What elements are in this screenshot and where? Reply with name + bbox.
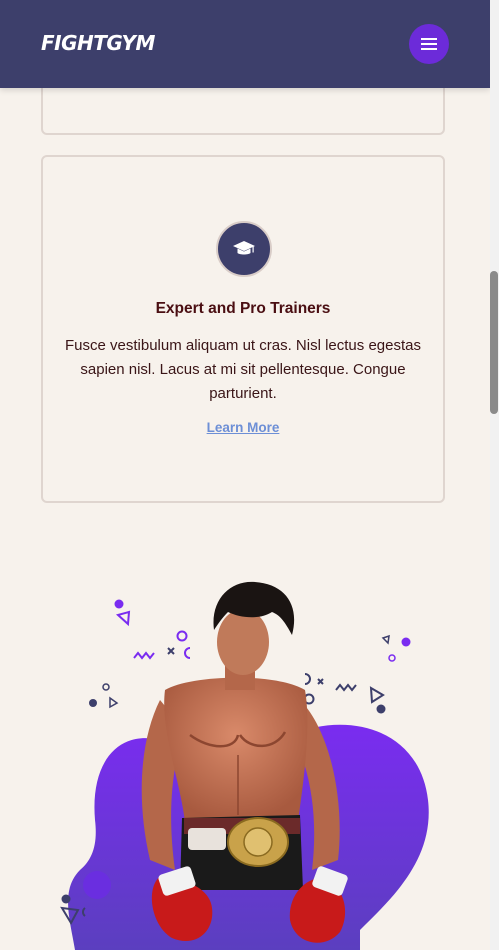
feature-icon-circle xyxy=(216,221,272,277)
feature-card: Expert and Pro Trainers Fusce vestibulum… xyxy=(41,155,445,503)
feature-title: Expert and Pro Trainers xyxy=(155,300,331,317)
hamburger-icon xyxy=(421,38,437,50)
page: FIGHTGYM Expert and Pro Trainers Fusce v… xyxy=(0,0,499,950)
graduation-cap-icon xyxy=(233,241,255,255)
scrollbar-track[interactable] xyxy=(490,0,499,950)
learn-more-link[interactable]: Learn More xyxy=(43,420,443,435)
boxer-figure xyxy=(141,581,348,943)
site-logo[interactable]: FIGHTGYM xyxy=(41,31,155,55)
blob-bubble xyxy=(83,871,111,899)
hero-illustration xyxy=(60,581,429,950)
feature-description: Fusce vestibulum aliquam ut cras. Nisl l… xyxy=(65,337,421,402)
site-header: FIGHTGYM xyxy=(0,0,490,88)
menu-button[interactable] xyxy=(409,24,449,64)
scrollbar-thumb[interactable] xyxy=(490,271,498,414)
